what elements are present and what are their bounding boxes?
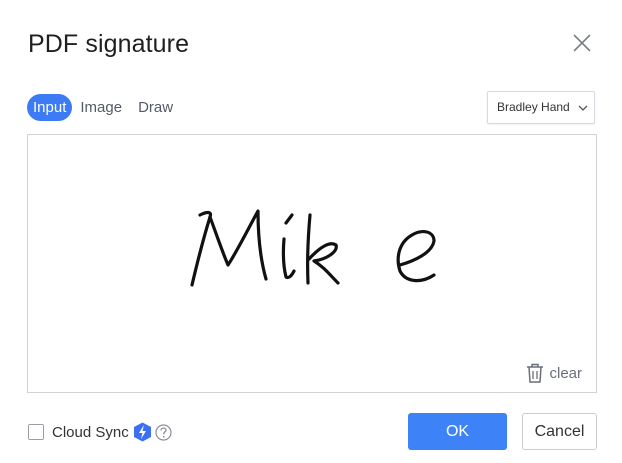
cloud-sync-label: Cloud Sync — [52, 423, 129, 441]
clear-button[interactable]: clear — [526, 363, 582, 383]
signature-preview — [190, 209, 436, 287]
chevron-down-icon — [578, 105, 588, 111]
cloud-sync-checkbox[interactable] — [28, 424, 44, 440]
cloud-sync-option: Cloud Sync — [28, 422, 172, 442]
trash-icon — [527, 363, 544, 383]
tab-input[interactable]: Input — [27, 94, 73, 121]
close-icon — [573, 34, 591, 52]
ok-button[interactable]: OK — [408, 413, 507, 450]
font-select[interactable]: Bradley Hand — [487, 91, 595, 124]
close-button[interactable] — [570, 31, 594, 55]
signature-mode-tabs: Input Image Draw — [27, 94, 181, 121]
lightning-icon — [133, 422, 151, 442]
cancel-button[interactable]: Cancel — [522, 413, 597, 450]
signature-canvas[interactable]: clear — [27, 134, 597, 393]
question-circle-icon[interactable] — [155, 423, 172, 441]
dialog-title: PDF signature — [28, 30, 190, 58]
font-select-value: Bradley Hand — [497, 100, 570, 114]
tab-image[interactable]: Image — [72, 94, 130, 121]
clear-label: clear — [549, 364, 582, 382]
tab-draw[interactable]: Draw — [130, 94, 181, 121]
pdf-signature-dialog: PDF signature Input Image Draw Bradley H… — [0, 0, 622, 463]
